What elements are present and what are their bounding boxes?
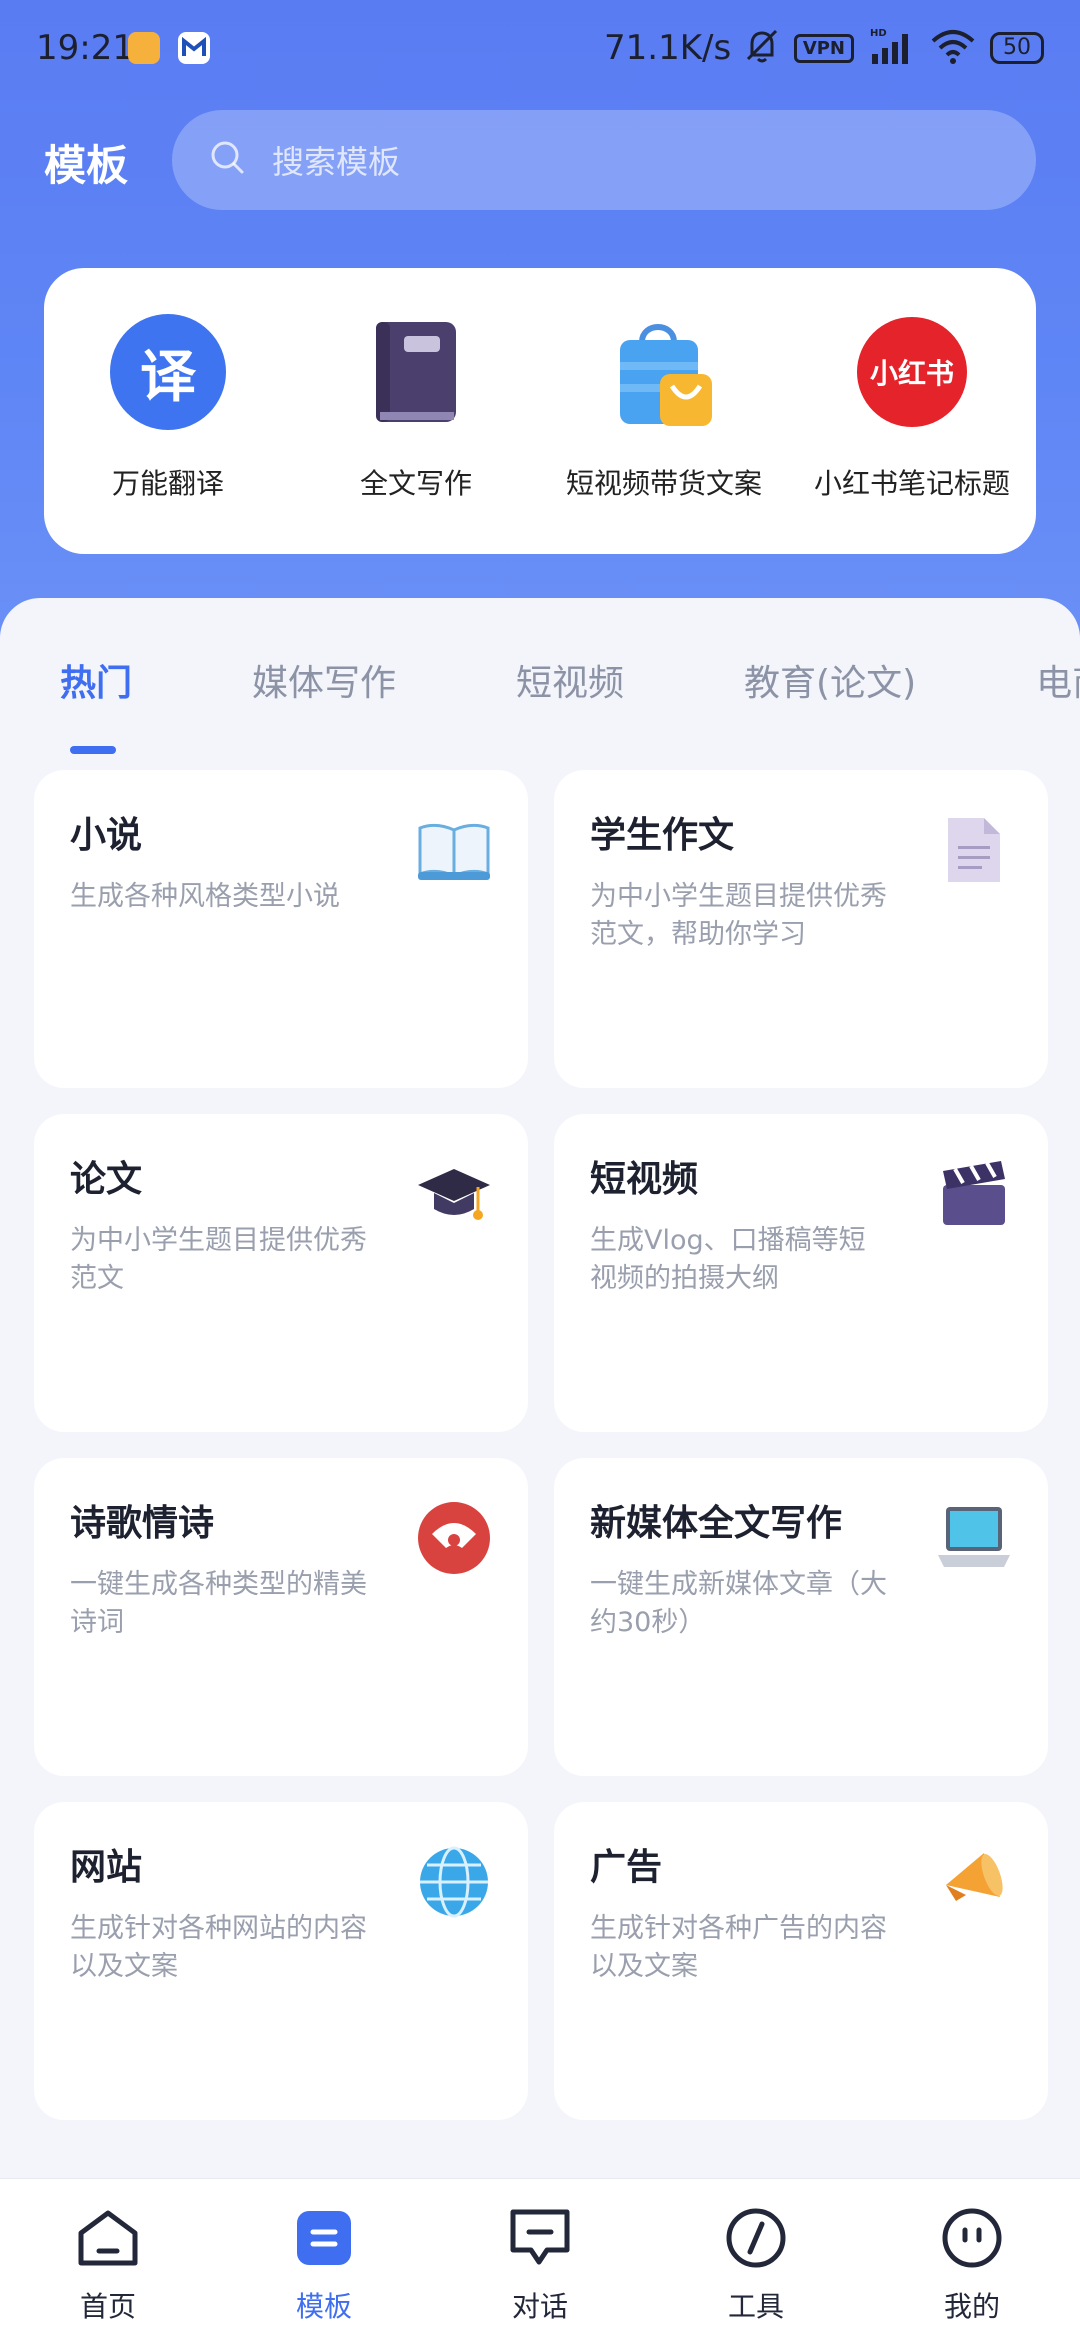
shopping-bag-icon bbox=[604, 312, 724, 432]
card-description: 为中小学生题目提供优秀范文 bbox=[70, 1225, 367, 1294]
vpn-badge: VPN bbox=[793, 33, 854, 63]
screen: 19:21 71.1K/s VPN HD 50 模板 搜索模板 译 万能翻译 全… bbox=[0, 0, 1080, 2340]
template-card-advertising[interactable]: 广告 生成针对各种广告的内容以及文案 bbox=[554, 1802, 1048, 2120]
graduation-cap-icon bbox=[416, 1156, 492, 1232]
template-card-thesis[interactable]: 论文 为中小学生题目提供优秀范文 bbox=[34, 1114, 528, 1432]
template-card-website[interactable]: 网站 生成针对各种网站的内容以及文案 bbox=[34, 1802, 528, 2120]
quick-tool-label: 短视频带货文案 bbox=[565, 467, 762, 500]
tab-media-writing[interactable]: 媒体写作 bbox=[252, 654, 396, 706]
template-card-new-media[interactable]: 新媒体全文写作 一键生成新媒体文章（大约30秒） bbox=[554, 1458, 1048, 1776]
document-icon bbox=[936, 812, 1012, 888]
svg-text:HD: HD bbox=[870, 28, 887, 39]
nav-home[interactable]: 首页 bbox=[28, 2205, 188, 2325]
profile-icon bbox=[939, 2205, 1005, 2271]
card-description: 为中小学生题目提供优秀范文，帮助你学习 bbox=[590, 881, 887, 950]
card-description: 生成针对各种广告的内容以及文案 bbox=[590, 1913, 887, 1982]
megaphone-icon bbox=[936, 1844, 1012, 1920]
card-description: 生成Vlog、口播稿等短视频的拍摄大纲 bbox=[590, 1225, 866, 1294]
template-card-novel[interactable]: 小说 生成各种风格类型小说 bbox=[34, 770, 528, 1088]
clapperboard-icon bbox=[936, 1156, 1012, 1232]
notification-app-icon bbox=[128, 32, 160, 64]
page-title: 模板 bbox=[44, 141, 129, 190]
template-panel: 热门 媒体写作 短视频 教育(论文) 电商 小说 生成各种风格类型小说 bbox=[0, 598, 1080, 2178]
bottom-navigation: 首页 模板 对话 工具 我的 bbox=[0, 2178, 1080, 2340]
template-icon bbox=[291, 2205, 357, 2271]
laptop-icon bbox=[936, 1500, 1012, 1576]
template-card-short-video[interactable]: 短视频 生成Vlog、口播稿等短视频的拍摄大纲 bbox=[554, 1114, 1048, 1432]
open-book-icon bbox=[416, 812, 492, 888]
translate-icon: 译 bbox=[108, 312, 228, 432]
quick-tool-label: 小红书笔记标题 bbox=[813, 467, 1010, 500]
chat-icon bbox=[507, 2205, 573, 2271]
signal-icon: HD bbox=[868, 26, 916, 70]
status-bar: 19:21 71.1K/s VPN HD 50 bbox=[0, 0, 1080, 100]
nav-label: 我的 bbox=[943, 2290, 1000, 2323]
quick-tool-translate[interactable]: 译 万能翻译 bbox=[53, 312, 283, 502]
search-input[interactable]: 搜索模板 bbox=[172, 110, 1036, 210]
nav-template[interactable]: 模板 bbox=[244, 2205, 404, 2325]
quick-tool-short-video-ads[interactable]: 短视频带货文案 bbox=[549, 312, 779, 502]
search-placeholder: 搜索模板 bbox=[272, 143, 401, 181]
mute-bell-icon bbox=[744, 27, 780, 69]
notebook-icon bbox=[356, 312, 476, 432]
search-icon bbox=[208, 138, 248, 182]
nav-profile[interactable]: 我的 bbox=[892, 2205, 1052, 2325]
template-card-poetry[interactable]: 诗歌情诗 一键生成各种类型的精美诗词 bbox=[34, 1458, 528, 1776]
tab-education[interactable]: 教育(论文) bbox=[744, 654, 916, 706]
tab-short-video[interactable]: 短视频 bbox=[516, 654, 624, 706]
card-description: 生成针对各种网站的内容以及文案 bbox=[70, 1913, 367, 1982]
mail-app-icon bbox=[178, 32, 210, 64]
card-description: 生成各种风格类型小说 bbox=[70, 881, 340, 912]
template-card-student-essay[interactable]: 学生作文 为中小学生题目提供优秀范文，帮助你学习 bbox=[554, 770, 1048, 1088]
quick-tool-label: 全文写作 bbox=[359, 467, 472, 500]
nav-label: 对话 bbox=[511, 2290, 568, 2323]
category-tabs: 热门 媒体写作 短视频 教育(论文) 电商 bbox=[60, 654, 1080, 706]
xiaohongshu-glyph: 小红书 bbox=[857, 317, 967, 427]
quick-tools-card: 译 万能翻译 全文写作 短视频带货文案 小红书 小红书笔记标题 bbox=[44, 268, 1036, 554]
quick-tool-xiaohongshu-title[interactable]: 小红书 小红书笔记标题 bbox=[797, 312, 1027, 502]
translate-glyph: 译 bbox=[110, 314, 226, 430]
nav-label: 首页 bbox=[79, 2290, 136, 2323]
nav-chat[interactable]: 对话 bbox=[460, 2205, 620, 2325]
home-icon bbox=[75, 2205, 141, 2271]
battery-indicator: 50 bbox=[990, 32, 1044, 64]
quick-tool-full-writing[interactable]: 全文写作 bbox=[301, 312, 531, 502]
xiaohongshu-icon: 小红书 bbox=[852, 312, 972, 432]
fan-icon bbox=[416, 1500, 492, 1576]
globe-icon bbox=[416, 1844, 492, 1920]
status-time: 19:21 bbox=[36, 28, 134, 68]
tab-ecommerce[interactable]: 电商 bbox=[1036, 654, 1080, 706]
tools-icon bbox=[723, 2205, 789, 2271]
network-speed: 71.1K/s bbox=[604, 28, 732, 68]
template-grid: 小说 生成各种风格类型小说 学生作文 为中小学生题目提供优秀范文，帮助你学习 论… bbox=[34, 770, 1048, 2120]
tab-hot[interactable]: 热门 bbox=[60, 654, 132, 706]
active-tab-indicator bbox=[70, 746, 116, 754]
card-description: 一键生成各种类型的精美诗词 bbox=[70, 1569, 367, 1638]
wifi-icon bbox=[930, 27, 976, 69]
nav-label: 模板 bbox=[295, 2290, 352, 2323]
nav-label: 工具 bbox=[727, 2290, 784, 2323]
status-icons: VPN HD 50 bbox=[744, 26, 1044, 70]
card-description: 一键生成新媒体文章（大约30秒） bbox=[590, 1569, 887, 1638]
nav-tools[interactable]: 工具 bbox=[676, 2205, 836, 2325]
quick-tool-label: 万能翻译 bbox=[111, 467, 224, 500]
